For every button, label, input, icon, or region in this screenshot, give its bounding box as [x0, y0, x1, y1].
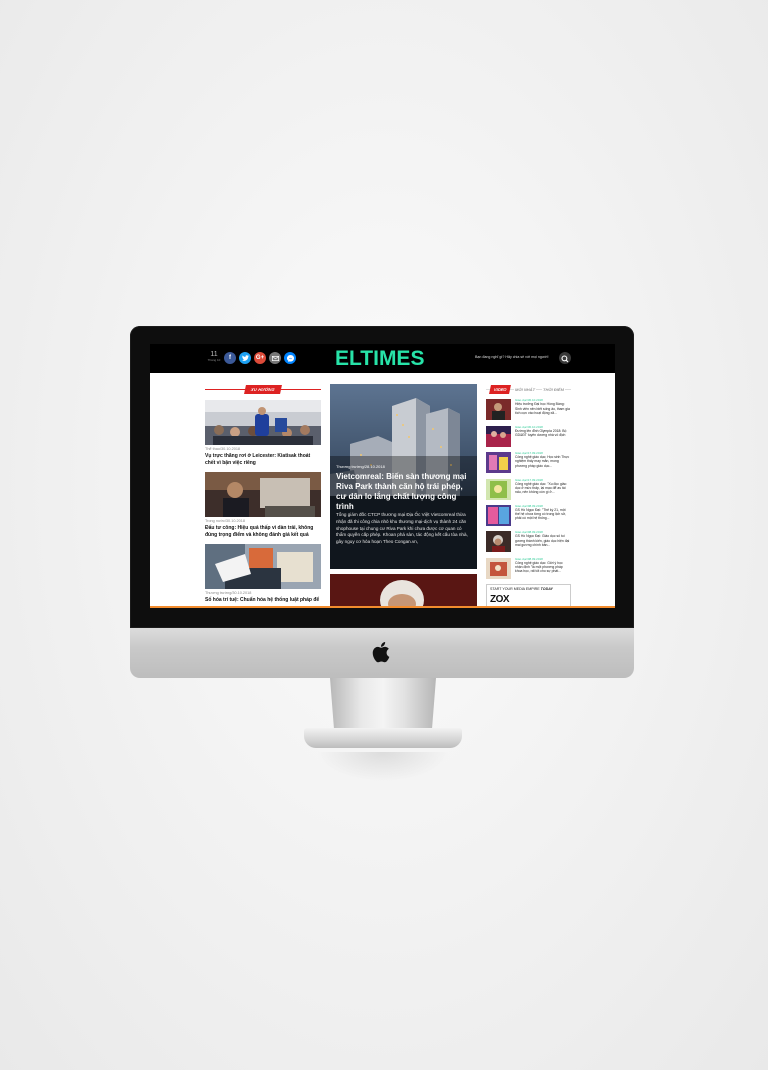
apple-logo-icon	[372, 642, 390, 663]
tab-hot[interactable]: THỜI ĐIỂM	[542, 385, 565, 394]
news-title[interactable]: Số hóa trí tuệ: Chuẩn hóa hệ thống luật …	[205, 597, 321, 604]
featured-column: Thương trường/28.10.2018 Vietcomreal: Bi…	[330, 384, 477, 608]
news-title[interactable]: Vụ trực thăng rơi ở Leicester: Kiatisak …	[205, 453, 321, 466]
news-thumb-2[interactable]	[205, 472, 321, 517]
facebook-icon[interactable]: f	[224, 352, 236, 364]
video-item[interactable]: Giáo dục/30.10.2018 Hiệu trưởng Đại học …	[486, 394, 571, 421]
video-column: VIDEO MỚI NHẤT THỜI ĐIỂM Giáo dục/30.10.…	[486, 384, 571, 608]
video-item[interactable]: Giáo dục/08.09.2018 GS Hồ Ngọc Đại: Giáo…	[486, 526, 571, 553]
search-icon	[561, 355, 569, 363]
date-block: 11 Tháng 10	[204, 351, 224, 362]
second-article-thumb[interactable]	[330, 574, 477, 608]
news-title[interactable]: Đấu tư công: Hiệu quả thấp vì dàn trải, …	[205, 525, 321, 538]
news-meta: Thể thao/30.10.2018	[205, 447, 241, 451]
trending-label: XU HƯỚNG	[244, 385, 282, 394]
featured-title[interactable]: Vietcomreal: Biến sàn thương mại Riva Pa…	[336, 472, 472, 512]
featured-date: Thương trường/28.10.2018	[336, 464, 385, 469]
twitter-icon[interactable]	[239, 352, 251, 364]
video-item[interactable]: Giáo dục/17.09.2018 Công nghệ giáo dục: …	[486, 447, 571, 474]
promo-banner[interactable]: START YOUR MEDIA EMPIRE TODAY ZOX	[486, 584, 571, 608]
news-thumb-3[interactable]	[205, 544, 321, 589]
video-item[interactable]: Giáo dục/08.09.2018 Công nghệ giáo dục: …	[486, 553, 571, 579]
tab-latest[interactable]: MỚI NHẤT	[514, 385, 537, 394]
mail-icon[interactable]	[269, 352, 281, 364]
video-tabs: VIDEO MỚI NHẤT THỜI ĐIỂM	[486, 384, 571, 394]
date-month: Tháng 10	[207, 358, 221, 362]
date-day: 11	[210, 351, 218, 358]
accent-line	[150, 606, 615, 608]
search-input[interactable]: Bạn đang nghĩ gì? Hãy chia sẻ với mọi ng…	[475, 355, 548, 359]
featured-summary: Tổng giám đốc CTCP thương mại Địa Ốc Việ…	[336, 512, 468, 545]
video-item[interactable]: Giáo dục/08.09.2018 GS Hồ Ngọc Đại: "Thế…	[486, 500, 571, 526]
promo-logo: ZOX	[490, 594, 510, 605]
news-meta: Trong nước/30.10.2018	[205, 519, 245, 523]
google-plus-icon[interactable]: G+	[254, 352, 266, 364]
news-thumb-1[interactable]	[205, 400, 321, 445]
screen: 11 Tháng 10 f G+ ELTIMES Bạn đang nghĩ g…	[150, 344, 615, 608]
news-meta: Thương trường/30.10.2018	[205, 591, 252, 595]
video-item[interactable]: Giáo dục/17.09.2018 Công nghệ giáo dục: …	[486, 474, 571, 500]
video-item[interactable]: Giáo dục/30.10.2018 Đường lên đỉnh Olymp…	[486, 421, 571, 447]
messenger-icon[interactable]	[284, 352, 296, 364]
featured-article[interactable]: Thương trường/28.10.2018 Vietcomreal: Bi…	[330, 384, 477, 569]
search-button[interactable]	[559, 352, 571, 364]
trending-header: XU HƯỚNG	[205, 384, 321, 394]
stand-reflection	[316, 752, 450, 782]
monitor-stand-neck	[330, 678, 436, 732]
site-logo[interactable]: ELTIMES	[335, 347, 424, 371]
tab-video[interactable]: VIDEO	[489, 385, 512, 394]
monitor-stand-foot	[304, 728, 462, 748]
trending-column: XU HƯỚNG Thể thao/30.10.2018 Vụ trực thă…	[205, 384, 321, 604]
promo-text: START YOUR MEDIA EMPIRE TODAY	[490, 587, 553, 591]
site-header: 11 Tháng 10 f G+ ELTIMES Bạn đang nghĩ g…	[150, 344, 615, 373]
social-icons: f G+	[224, 352, 296, 364]
